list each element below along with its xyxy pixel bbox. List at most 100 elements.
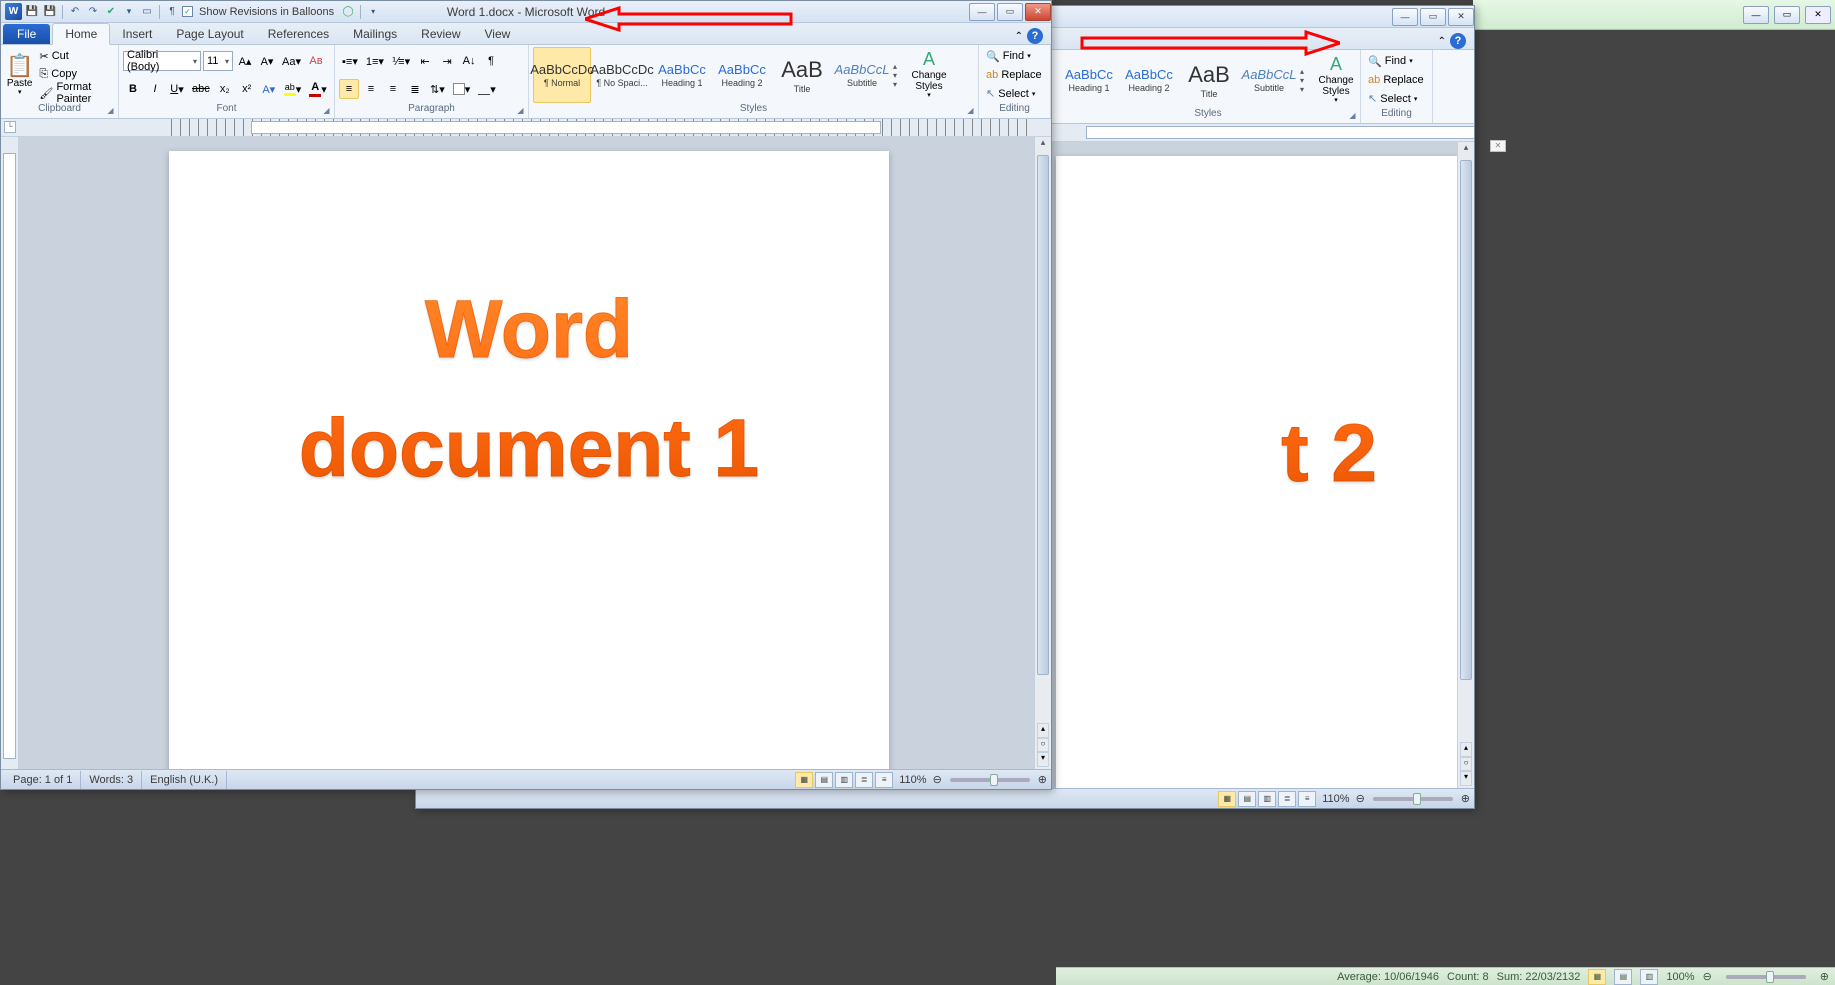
align-center-icon[interactable]: ≡: [361, 79, 381, 99]
status-language[interactable]: English (U.K.): [142, 771, 227, 789]
show-hide-icon[interactable]: ¶: [481, 51, 501, 71]
scrollbar-thumb-2[interactable]: [1460, 160, 1472, 680]
redo-icon[interactable]: ↷: [85, 4, 101, 20]
zoom-out-icon-2[interactable]: ⊖: [1356, 792, 1365, 805]
style-heading2-2[interactable]: AaBbCcHeading 2: [1120, 52, 1178, 108]
shading-button[interactable]: ▾: [450, 79, 474, 99]
style-scroll-up-icon[interactable]: ▴: [893, 62, 907, 71]
zoom-slider[interactable]: [950, 778, 1030, 782]
style-scroll-down-icon[interactable]: ▾: [1300, 76, 1314, 85]
increase-indent-icon[interactable]: ⇥: [437, 51, 457, 71]
word-app-icon[interactable]: W: [5, 3, 22, 20]
prev-page-icon[interactable]: ▴: [1037, 723, 1049, 738]
highlight-button[interactable]: ab▾: [281, 79, 305, 99]
new-doc-icon[interactable]: ▭: [139, 4, 155, 20]
style-nospacing[interactable]: AaBbCcDc¶ No Spaci...: [593, 47, 651, 103]
zoom-level[interactable]: 110%: [899, 774, 926, 786]
sort-icon[interactable]: A↓: [459, 51, 479, 71]
zoom-in-icon-2[interactable]: ⊕: [1461, 792, 1470, 805]
excel-close-button[interactable]: ✕: [1805, 6, 1831, 24]
view-full-2[interactable]: ▤: [1238, 791, 1256, 807]
excel-zoom-slider[interactable]: [1726, 975, 1806, 979]
zoom-out-icon[interactable]: ⊖: [1703, 970, 1712, 983]
view-print-layout-2[interactable]: ▦: [1218, 791, 1236, 807]
status-page[interactable]: Page: 1 of 1: [5, 771, 81, 789]
tab-references[interactable]: References: [256, 24, 341, 44]
text-effects-icon[interactable]: A▾: [259, 79, 279, 99]
font-name-combo[interactable]: Calibri (Body)▾: [123, 51, 201, 71]
change-styles-button[interactable]: AChange Styles▾: [909, 47, 949, 103]
tab-view[interactable]: View: [473, 24, 523, 44]
scrollbar-thumb[interactable]: [1037, 155, 1049, 675]
titlebar-1[interactable]: W 💾 💾 ↶ ↷ ✔ ▾ ▭ ¶ ✓ Show Revisions in Ba…: [1, 1, 1051, 23]
collapse-ribbon-icon[interactable]: ⌃: [1438, 36, 1446, 47]
paste-button[interactable]: 📋Paste▾: [5, 47, 34, 103]
minimize-button[interactable]: —: [969, 3, 995, 21]
style-heading1-2[interactable]: AaBbCcHeading 1: [1060, 52, 1118, 108]
bold-button[interactable]: B: [123, 79, 143, 99]
clipboard-dialog-launcher[interactable]: ◢: [105, 106, 116, 117]
next-page-icon[interactable]: ▾: [1460, 771, 1472, 786]
browse-object-icon[interactable]: ○: [1460, 757, 1472, 772]
help-icon[interactable]: ?: [1450, 33, 1466, 49]
close-button[interactable]: ✕: [1025, 3, 1051, 21]
tab-insert[interactable]: Insert: [110, 24, 164, 44]
view-outline-2[interactable]: ≣: [1278, 791, 1296, 807]
shrink-font-icon[interactable]: A▾: [257, 51, 277, 71]
styles-dialog-launcher[interactable]: ◢: [965, 106, 976, 117]
excel-view-normal[interactable]: ▦: [1588, 969, 1606, 985]
excel-minimize-button[interactable]: —: [1743, 6, 1769, 24]
view-full[interactable]: ▤: [815, 772, 833, 788]
strikethrough-button[interactable]: abc: [189, 79, 213, 99]
excel-view-layout[interactable]: ▤: [1614, 969, 1632, 985]
find-button[interactable]: 🔍 Find ▾: [983, 47, 1046, 66]
zoom-level-2[interactable]: 110%: [1322, 793, 1349, 805]
zoom-in-icon[interactable]: ⊕: [1820, 970, 1829, 983]
style-heading2[interactable]: AaBbCcHeading 2: [713, 47, 771, 103]
excel-close-workbook-icon[interactable]: ✕: [1490, 140, 1506, 152]
zoom-in-icon[interactable]: ⊕: [1038, 773, 1047, 786]
multilevel-button[interactable]: ⅟≡▾: [389, 51, 413, 71]
change-case-icon[interactable]: Aa▾: [279, 51, 304, 71]
collapse-ribbon-icon[interactable]: ⌃: [1015, 31, 1023, 42]
zoom-out-icon[interactable]: ⊖: [933, 773, 942, 786]
document-page-2[interactable]: X t 2: [1056, 156, 1457, 788]
change-styles-button-2[interactable]: AChange Styles▾: [1316, 52, 1356, 108]
vertical-scrollbar-2[interactable]: ▴ ▴ ○ ▾: [1457, 142, 1474, 788]
track-changes-icon[interactable]: ◯: [340, 4, 356, 20]
prev-page-icon[interactable]: ▴: [1460, 742, 1472, 757]
font-dialog-launcher[interactable]: ◢: [321, 106, 332, 117]
replace-button-2[interactable]: ab Replace: [1365, 71, 1428, 90]
vertical-ruler[interactable]: [1, 137, 19, 769]
numbering-button[interactable]: 1≡▾: [363, 51, 387, 71]
justify-icon[interactable]: ≣: [405, 79, 425, 99]
minimize-button-2[interactable]: —: [1392, 8, 1418, 26]
save-icon[interactable]: 💾: [24, 4, 40, 20]
tab-mailings[interactable]: Mailings: [341, 24, 409, 44]
paragraph-marks-icon[interactable]: ¶: [164, 4, 180, 20]
style-expand-icon[interactable]: ▾: [893, 80, 907, 89]
view-web[interactable]: ▥: [835, 772, 853, 788]
view-web-2[interactable]: ▥: [1258, 791, 1276, 807]
next-page-icon[interactable]: ▾: [1037, 752, 1049, 767]
excel-view-break[interactable]: ▥: [1640, 969, 1658, 985]
vertical-scrollbar[interactable]: ▴ ▴ ○ ▾: [1034, 137, 1051, 769]
style-heading1[interactable]: AaBbCcHeading 1: [653, 47, 711, 103]
clear-format-icon[interactable]: Aʙ: [306, 51, 326, 71]
style-normal[interactable]: AaBbCcDc¶ Normal: [533, 47, 591, 103]
align-left-icon[interactable]: ≡: [339, 79, 359, 99]
status-words[interactable]: Words: 3: [81, 771, 142, 789]
undo-icon[interactable]: ↶: [67, 4, 83, 20]
align-right-icon[interactable]: ≡: [383, 79, 403, 99]
tab-review[interactable]: Review: [409, 24, 472, 44]
maximize-button-2[interactable]: ▭: [1420, 8, 1446, 26]
decrease-indent-icon[interactable]: ⇤: [415, 51, 435, 71]
underline-button[interactable]: U▾: [167, 79, 187, 99]
style-subtitle-2[interactable]: AaBbCcLSubtitle: [1240, 52, 1298, 108]
subscript-button[interactable]: x₂: [215, 79, 235, 99]
maximize-button[interactable]: ▭: [997, 3, 1023, 21]
bullets-button[interactable]: ▪≡▾: [339, 51, 361, 71]
superscript-button[interactable]: x²: [237, 79, 257, 99]
scroll-up-icon[interactable]: ▴: [1458, 142, 1474, 158]
tab-home[interactable]: Home: [52, 23, 110, 45]
